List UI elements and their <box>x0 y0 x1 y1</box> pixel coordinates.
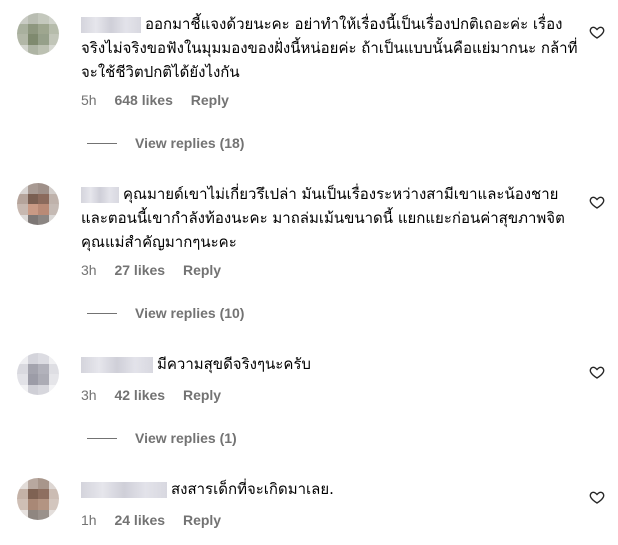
replies-divider-line <box>87 142 117 144</box>
avatar[interactable] <box>17 13 59 55</box>
view-replies-button[interactable]: View replies (10) <box>87 305 244 321</box>
comment-meta: 3h 27 likes Reply <box>81 262 235 278</box>
avatar[interactable] <box>17 183 59 225</box>
username-redacted[interactable] <box>81 481 167 498</box>
replies-divider-line <box>87 437 117 439</box>
comment-text: สงสารเด็กที่จะเกิดมาเลย. <box>81 477 581 501</box>
comment-time: 5h <box>81 92 97 108</box>
heart-outline-icon[interactable] <box>589 489 605 505</box>
username-redacted[interactable] <box>81 16 141 33</box>
comment-time: 3h <box>81 387 97 403</box>
likes-count[interactable]: 648 likes <box>114 92 172 108</box>
reply-button[interactable]: Reply <box>183 262 221 278</box>
avatar[interactable] <box>17 353 59 395</box>
reply-button[interactable]: Reply <box>183 512 221 528</box>
reply-button[interactable]: Reply <box>183 387 221 403</box>
username-redacted[interactable] <box>81 356 153 373</box>
heart-outline-icon[interactable] <box>589 364 605 380</box>
comment-time: 3h <box>81 262 97 278</box>
comment-time: 1h <box>81 512 97 528</box>
heart-outline-icon[interactable] <box>589 194 605 210</box>
replies-divider-line <box>87 312 117 314</box>
view-replies-button[interactable]: View replies (1) <box>87 430 237 446</box>
comment-text: คุณมายด์เขาไม่เกี่ยวรึเปล่า มันเป็นเรื่อ… <box>81 185 565 251</box>
view-replies-button[interactable]: View replies (18) <box>87 135 244 151</box>
view-replies-label: View replies (18) <box>135 135 245 151</box>
comment-text: มีความสุขดีจริงๆนะครับ <box>81 352 581 376</box>
comment-text: ออกมาชี้แจงด้วยนะคะ อย่าทำให้เรื่องนี้เป… <box>81 15 578 81</box>
avatar[interactable] <box>17 478 59 520</box>
likes-count[interactable]: 24 likes <box>114 512 165 528</box>
comment-meta: 5h 648 likes Reply <box>81 92 243 108</box>
view-replies-label: View replies (10) <box>135 305 245 321</box>
reply-button[interactable]: Reply <box>191 92 229 108</box>
likes-count[interactable]: 27 likes <box>114 262 165 278</box>
likes-count[interactable]: 42 likes <box>114 387 165 403</box>
comment-meta: 1h 24 likes Reply <box>81 512 235 528</box>
comment-meta: 3h 42 likes Reply <box>81 387 235 403</box>
heart-outline-icon[interactable] <box>589 24 605 40</box>
username-redacted[interactable] <box>81 186 119 203</box>
view-replies-label: View replies (1) <box>135 430 237 446</box>
